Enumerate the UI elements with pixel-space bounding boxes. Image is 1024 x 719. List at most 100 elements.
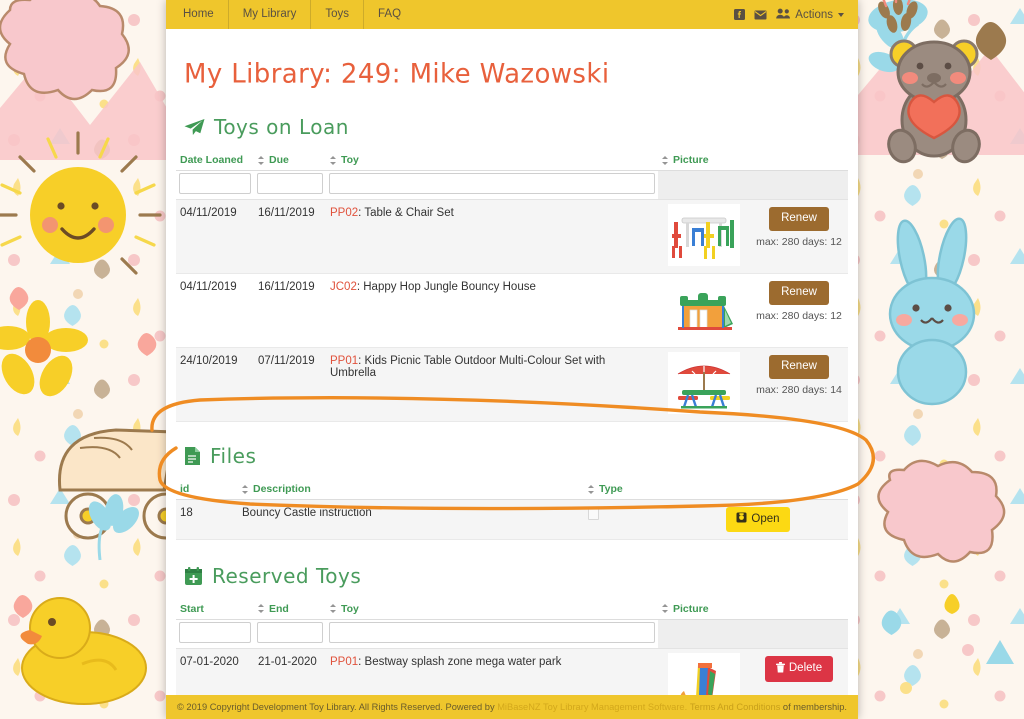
- nav-link-toys[interactable]: Toys: [311, 0, 365, 29]
- sort-icon: [662, 604, 669, 614]
- water-park-thumbnail[interactable]: [668, 652, 740, 695]
- picnic-table-umbrella-thumbnail[interactable]: [668, 352, 740, 414]
- filter-reserved-toy-input[interactable]: [329, 621, 655, 643]
- filter-cell-reserved-picture: [658, 619, 750, 649]
- th-due[interactable]: Due: [254, 151, 326, 171]
- filter-due-input[interactable]: [257, 173, 323, 194]
- filter-cell-date-loaned: [176, 170, 254, 200]
- main-content: My Library: 249: Mike Wazowski Toys on L…: [166, 29, 858, 695]
- reserved-toys-body: 07-01-2020 21-01-2020 PP01: Bestway spla…: [176, 648, 848, 695]
- th-toy[interactable]: Toy: [326, 151, 658, 171]
- th-reserved-picture[interactable]: Picture: [658, 599, 750, 620]
- page-container: Home My Library Toys FAQ Actions My Libr…: [166, 0, 858, 719]
- open-file-button[interactable]: Open: [726, 507, 790, 532]
- th-start-label: Start: [180, 602, 204, 615]
- th-start[interactable]: Start: [176, 599, 254, 620]
- nav-right-group: Actions: [734, 8, 848, 22]
- terms-and-conditions-link[interactable]: Terms And Conditions: [690, 702, 780, 712]
- renew-button[interactable]: Renew: [769, 355, 829, 379]
- toys-on-loan-filter-row: [176, 170, 848, 200]
- th-end[interactable]: End: [254, 599, 326, 620]
- table-row: 04/11/2019 16/11/2019 JC02: Happy Hop Ju…: [176, 273, 848, 348]
- filter-end-input[interactable]: [257, 621, 323, 643]
- toy-code: PP01: [330, 655, 359, 668]
- trash-icon: [775, 661, 785, 677]
- filter-date-loaned-input[interactable]: [179, 173, 251, 194]
- cell-toy: JC02: Happy Hop Jungle Bouncy House: [326, 273, 658, 348]
- table-row: 07-01-2020 21-01-2020 PP01: Bestway spla…: [176, 648, 848, 695]
- delete-reservation-button[interactable]: Delete: [764, 655, 834, 682]
- filter-cell-reserved-toy: [326, 619, 658, 649]
- footer-powered-by-link[interactable]: MiBaseNZ Toy Library Management Software…: [497, 702, 687, 712]
- toys-on-loan-table: Date Loaned Due Toy Picture 04/11/2019 1…: [176, 151, 848, 422]
- cell-file-type: [584, 499, 668, 540]
- renew-note: max: 280 days: 14: [756, 383, 842, 396]
- th-reserved-picture-label: Picture: [673, 602, 709, 615]
- page-title: My Library: 249: Mike Wazowski: [184, 58, 610, 90]
- cell-due: 16/11/2019: [254, 273, 326, 348]
- nav-link-faq[interactable]: FAQ: [364, 0, 415, 29]
- filter-toy-input[interactable]: [329, 173, 655, 194]
- nav-link-home[interactable]: Home: [176, 0, 229, 29]
- chevron-down-icon: [838, 12, 844, 17]
- toy-code: PP02: [330, 207, 359, 219]
- cell-date-loaned: 04/11/2019: [176, 199, 254, 274]
- renew-note: max: 280 days: 12: [756, 309, 842, 322]
- renew-button[interactable]: Renew: [769, 281, 829, 305]
- cell-actions: Renew max: 280 days: 12: [750, 273, 848, 348]
- files-header: id Description Type: [176, 480, 848, 500]
- open-file-label: Open: [751, 512, 780, 525]
- reserved-toys-header: Start End Toy Picture: [176, 599, 848, 649]
- table-row: 18 Bouncy Castle instruction Open: [176, 499, 848, 540]
- file-document-icon: [184, 446, 201, 466]
- filter-cell-actions: [750, 170, 848, 200]
- th-picture[interactable]: Picture: [658, 151, 750, 171]
- cell-date-loaned: 04/11/2019: [176, 273, 254, 348]
- reserved-toys-filter-row: [176, 619, 848, 649]
- filter-cell-reserved-actions: [750, 619, 848, 649]
- th-file-description[interactable]: Description: [238, 480, 584, 500]
- bouncy-house-thumbnail[interactable]: [668, 278, 740, 340]
- toy-name: Table & Chair Set: [364, 207, 454, 219]
- filter-start-input[interactable]: [179, 621, 251, 643]
- files-heading: Files: [184, 444, 848, 468]
- toys-on-loan-heading: Toys on Loan: [184, 115, 848, 139]
- sort-icon: [258, 155, 265, 165]
- th-file-id-label: id: [180, 483, 190, 495]
- th-reserved-toy[interactable]: Toy: [326, 599, 658, 620]
- sort-icon: [330, 604, 337, 614]
- th-file-type-label: Type: [599, 483, 623, 495]
- files-title: Files: [210, 444, 257, 468]
- table-row: 24/10/2019 07/11/2019 PP01: Kids Picnic …: [176, 347, 848, 422]
- cell-due: 16/11/2019: [254, 199, 326, 274]
- filter-cell-picture: [658, 170, 750, 200]
- th-file-type[interactable]: Type: [584, 480, 668, 500]
- toy-code: PP01: [330, 355, 359, 367]
- actions-menu-button[interactable]: Actions: [776, 8, 844, 22]
- envelope-icon[interactable]: [754, 10, 767, 20]
- renew-button[interactable]: Renew: [769, 207, 829, 231]
- filter-cell-start: [176, 619, 254, 649]
- cell-file-actions: Open: [668, 499, 848, 540]
- footer-copyright-text: © 2019 Copyright Development Toy Library…: [177, 702, 495, 712]
- th-date-loaned[interactable]: Date Loaned: [176, 151, 254, 171]
- toys-on-loan-body: 04/11/2019 16/11/2019 PP02: Table & Chai…: [176, 199, 848, 422]
- cell-file-id: 18: [176, 499, 238, 540]
- cell-due: 07/11/2019: [254, 347, 326, 422]
- toy-name: Happy Hop Jungle Bouncy House: [363, 281, 536, 293]
- footer-terms-suffix: of membership.: [780, 702, 847, 712]
- cell-reserved-actions: Delete: [750, 648, 848, 695]
- facebook-icon[interactable]: [734, 9, 746, 20]
- files-body: 18 Bouncy Castle instruction Open: [176, 499, 848, 540]
- th-reserved-actions: [750, 599, 848, 620]
- cell-end: 21-01-2020: [254, 648, 326, 695]
- nav-link-my-library[interactable]: My Library: [229, 0, 312, 29]
- th-file-description-label: Description: [253, 483, 311, 495]
- sort-icon: [330, 155, 337, 165]
- th-actions: [750, 151, 848, 171]
- th-file-id[interactable]: id: [176, 480, 238, 500]
- table-and-chair-set-thumbnail[interactable]: [668, 204, 740, 266]
- filter-cell-due: [254, 170, 326, 200]
- footer-copyright: © 2019 Copyright Development Toy Library…: [177, 702, 687, 712]
- cell-file-description: Bouncy Castle instruction: [238, 499, 584, 540]
